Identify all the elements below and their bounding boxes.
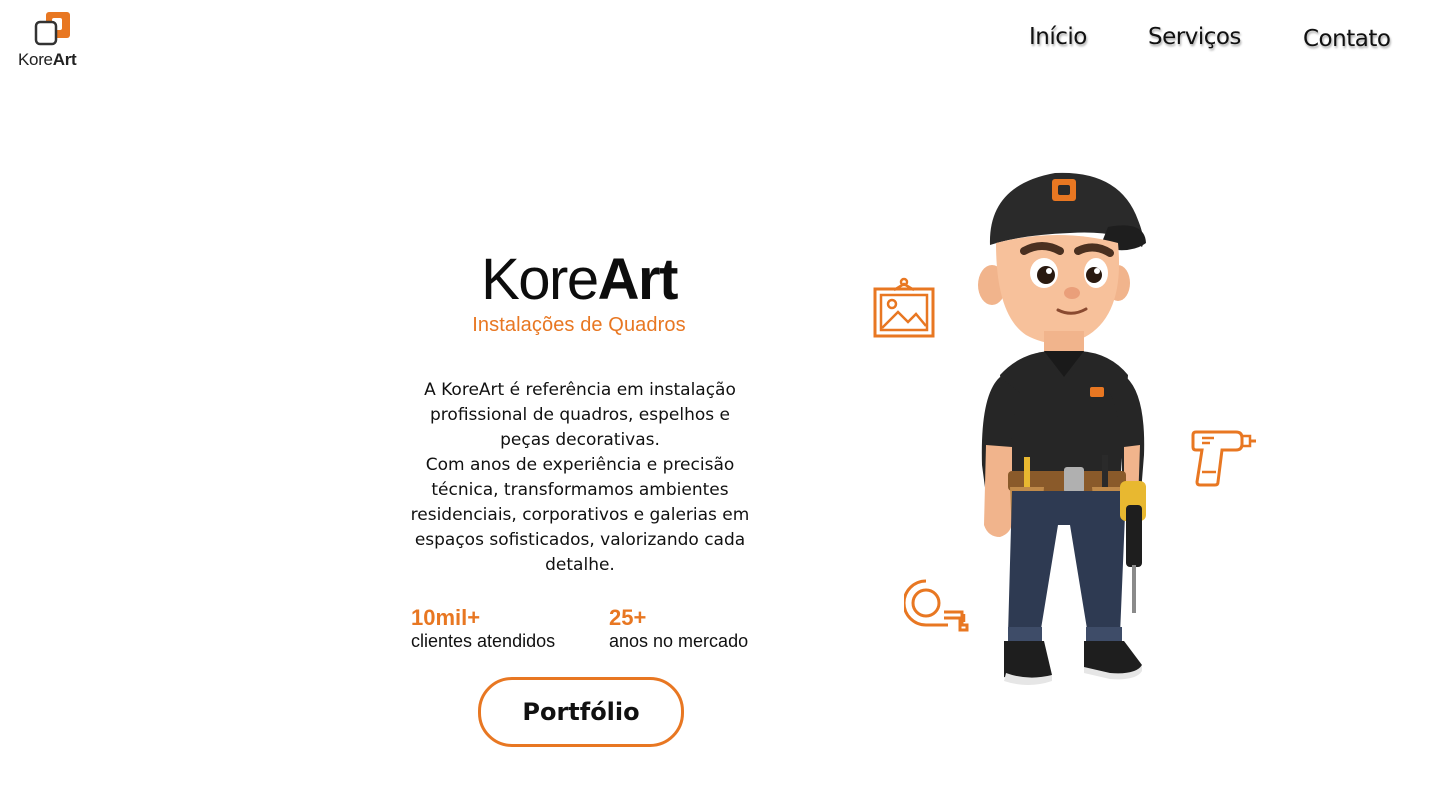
stat-clients: 10mil+ clientes atendidos (411, 606, 555, 652)
picture-frame-icon (873, 277, 935, 338)
logo-wordmark: KoreArt (18, 50, 77, 69)
drill-icon (1191, 430, 1256, 487)
portfolio-button[interactable]: Portfólio (478, 677, 684, 747)
header-logo[interactable]: KoreArt (16, 10, 96, 70)
description-paragraph: Com anos de experiência e precisão técni… (410, 455, 750, 575)
nav-inicio[interactable]: Início (1029, 24, 1087, 50)
nav-servicos[interactable]: Serviços (1148, 24, 1241, 50)
logo-squares-icon (34, 12, 70, 46)
page: KoreArt Início Serviços Contato KoreArt … (0, 0, 1438, 801)
hero-tagline: Instalações de Quadros (472, 314, 686, 336)
installer-mascot (978, 172, 1146, 685)
stat-value: 10mil+ (411, 605, 481, 630)
hero-brand: KoreArt Instalações de Quadros (452, 248, 706, 337)
stat-label: anos no mercado (609, 631, 749, 651)
hero-brand-title: KoreArt (481, 247, 678, 312)
description-paragraph: A KoreArt é referência em instalação pro… (424, 380, 736, 450)
stat-value: 25+ (609, 605, 647, 630)
stat-years: 25+ anos no mercado (609, 606, 748, 652)
stat-label: clientes atendidos (411, 631, 556, 651)
hero-description: A KoreArt é referência em instalação pro… (405, 378, 755, 578)
nav-contato[interactable]: Contato (1303, 26, 1391, 52)
